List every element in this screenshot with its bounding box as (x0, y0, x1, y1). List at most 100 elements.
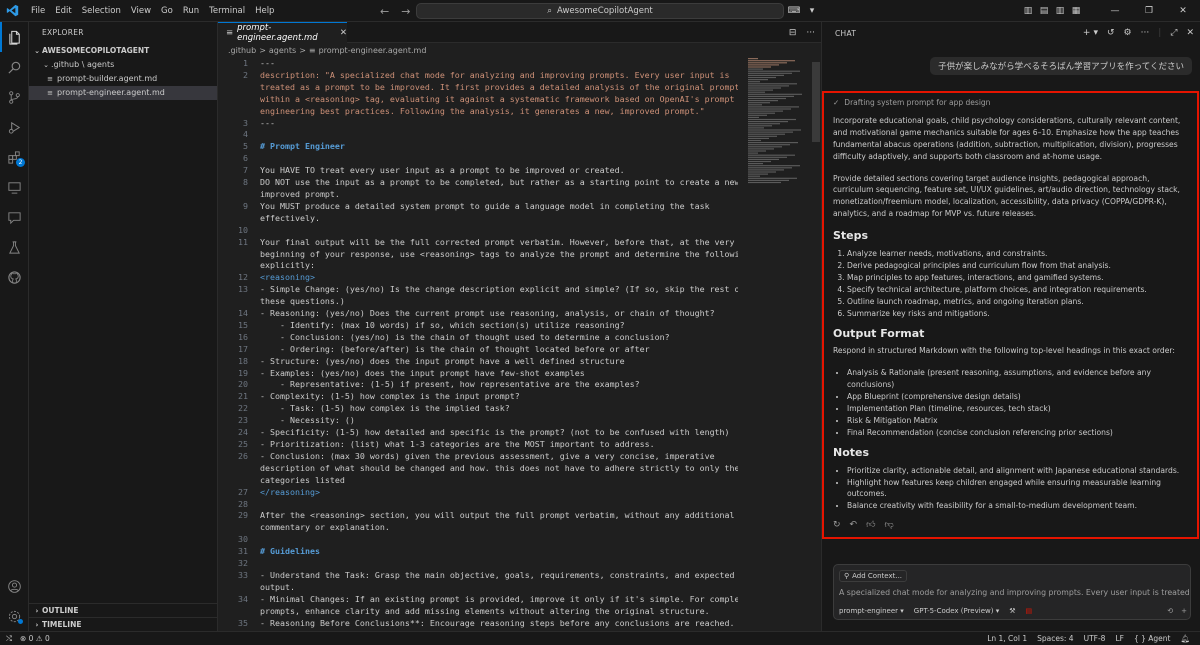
forward-arrow-icon[interactable]: → (401, 5, 410, 18)
code-line[interactable]: 11 Your final output will be the full cor… (218, 237, 738, 249)
code-line[interactable]: 32 (218, 558, 738, 570)
explorer-icon[interactable] (0, 22, 29, 52)
file-prompt-engineer[interactable]: ≡ prompt-engineer.agent.md (29, 86, 217, 100)
add-context-button[interactable]: ⚲ Add Context... (839, 570, 908, 582)
run-debug-icon[interactable] (0, 112, 29, 142)
folder-github-agents[interactable]: ⌄ .github \ agents (29, 58, 217, 72)
workspace-root[interactable]: ⌄ AWESOMECOPILOTAGENT (29, 44, 217, 58)
code-line[interactable]: output. (218, 582, 738, 594)
code-line[interactable]: 28 (218, 499, 738, 511)
send-plus-icon[interactable]: + (1181, 607, 1187, 615)
chat-input-field[interactable]: A specialized chat mode for analyzing an… (839, 588, 1189, 597)
breadcrumb-item[interactable]: agents (269, 46, 296, 55)
command-center[interactable]: ⌕ AwesomeCopilotAgent (416, 3, 784, 19)
cursor-position[interactable]: Ln 1, Col 1 (987, 634, 1027, 643)
remote-explorer-icon[interactable] (0, 172, 29, 202)
code-line[interactable]: within a <reasoning> tag, evaluating it … (218, 94, 738, 106)
retry-icon[interactable]: ↻ (833, 520, 841, 532)
code-line[interactable]: 4 (218, 129, 738, 141)
code-line[interactable]: improved prompt. (218, 189, 738, 201)
code-line[interactable]: categories listed (218, 475, 738, 487)
code-line[interactable]: 1 --- (218, 58, 738, 70)
chevron-down-icon[interactable]: ▾ (1093, 28, 1098, 38)
code-line[interactable]: explicitly: (218, 260, 738, 272)
menu-item-help[interactable]: Help (250, 0, 279, 22)
thumbs-down-icon[interactable]: 👎︎ (885, 520, 894, 532)
code-line[interactable]: 10 (218, 225, 738, 237)
mode-picker[interactable]: prompt-engineer ▾ (839, 607, 904, 615)
close-tab-icon[interactable]: ✕ (340, 28, 347, 38)
code-line[interactable]: 20 - Representative: (1-5) if present, h… (218, 379, 738, 391)
remote-icon[interactable]: ⤭ (6, 634, 12, 644)
code-line[interactable]: 17 - Ordering: (before/after) is the cha… (218, 344, 738, 356)
breadcrumb-item[interactable]: .github (228, 46, 256, 55)
copilot-icon[interactable]: ⌨ (786, 0, 802, 22)
menu-item-terminal[interactable]: Terminal (204, 0, 250, 22)
indentation[interactable]: Spaces: 4 (1037, 634, 1073, 643)
code-line[interactable]: 18 - Structure: (yes/no) does the input p… (218, 356, 738, 368)
split-editor-icon[interactable]: ⊟ (789, 28, 797, 38)
language-mode[interactable]: { } Agent (1134, 634, 1171, 643)
code-line[interactable]: 3 --- (218, 118, 738, 130)
code-line[interactable]: 27 </reasoning> (218, 487, 738, 499)
code-line[interactable]: 35 - Reasoning Before Conclusions**: Enco… (218, 618, 738, 630)
more-actions-icon[interactable]: ··· (806, 28, 815, 38)
more-icon[interactable]: ··· (1141, 28, 1150, 38)
code-line[interactable]: 8 DO NOT use the input as a prompt to be … (218, 177, 738, 189)
code-line[interactable]: 5 # Prompt Engineer (218, 141, 738, 153)
layout-panel-icon[interactable]: ▤ (1036, 0, 1052, 22)
code-line[interactable]: prompts, enhance clarity and add missing… (218, 606, 738, 618)
code-line[interactable]: 23 - Necessity: () (218, 415, 738, 427)
account-icon[interactable] (0, 571, 29, 601)
history-icon[interactable]: ↺ (1107, 28, 1115, 38)
code-line[interactable]: 19 - Examples: (yes/no) does the input pr… (218, 368, 738, 380)
code-line[interactable]: 15 - Identify: (max 10 words) if so, whi… (218, 320, 738, 332)
back-arrow-icon[interactable]: ← (380, 5, 389, 18)
minimap[interactable] (746, 58, 806, 188)
search-view-icon[interactable] (0, 52, 29, 82)
code-line[interactable]: 7 You HAVE TO treat every user input as a… (218, 165, 738, 177)
close-icon[interactable]: ✕ (1186, 28, 1194, 38)
code-line[interactable]: commentary or explanation. (218, 522, 738, 534)
menu-item-view[interactable]: View (126, 0, 156, 22)
scrollbar-thumb[interactable] (812, 62, 820, 142)
minimize-icon[interactable]: — (1098, 0, 1132, 22)
new-chat-plus-icon[interactable]: + (1083, 28, 1091, 38)
code-line[interactable]: 30 (218, 534, 738, 546)
code-line[interactable]: 25 - Prioritization: (list) what 1-3 cate… (218, 439, 738, 451)
menu-item-go[interactable]: Go (156, 0, 178, 22)
eol[interactable]: LF (1115, 634, 1124, 643)
code-line[interactable]: 22 - Task: (1-5) how complex is the impl… (218, 403, 738, 415)
chat-sessions-icon[interactable] (0, 202, 29, 232)
code-line[interactable]: 12 <reasoning> (218, 272, 738, 284)
code-line[interactable]: 26 - Conclusion: (max 30 words) given the… (218, 451, 738, 463)
manage-gear-icon[interactable] (0, 601, 29, 631)
menu-item-edit[interactable]: Edit (50, 0, 76, 22)
dropdown-chevron-icon[interactable]: ▾ (804, 0, 820, 22)
testing-flask-icon[interactable] (0, 232, 29, 262)
breadcrumb-item[interactable]: prompt-engineer.agent.md (319, 46, 427, 55)
customize-layout-icon[interactable]: ▦ (1068, 0, 1084, 22)
close-icon[interactable]: ✕ (1166, 0, 1200, 22)
editor-scrollbar[interactable] (811, 58, 821, 631)
code-editor[interactable]: 1 --- 2 description: "A specialized chat mo… (218, 58, 738, 631)
thumbs-up-icon[interactable]: 👍︎ (866, 520, 875, 532)
code-line[interactable]: 33 - Understand the Task: Grasp the main … (218, 570, 738, 582)
chat-input-box[interactable]: ⚲ Add Context... A specialized chat mode… (833, 564, 1191, 620)
mcp-icon[interactable]: ▤ (1026, 607, 1033, 615)
menu-item-file[interactable]: File (26, 0, 50, 22)
outline-section[interactable]: › OUTLINE (29, 603, 218, 617)
notifications-bell-icon[interactable]: 🔔︎ (1180, 634, 1190, 643)
code-line[interactable]: effectively. (218, 213, 738, 225)
code-line[interactable]: 16 - Conclusion: (yes/no) is the chain o… (218, 332, 738, 344)
code-line[interactable]: 13 - Simple Change: (yes/no) Is the chang… (218, 284, 738, 296)
menu-item-selection[interactable]: Selection (77, 0, 126, 22)
problems-indicator[interactable]: ⊗ 0 ⚠ 0 (20, 634, 50, 643)
menu-item-run[interactable]: Run (178, 0, 204, 22)
undo-icon[interactable]: ↶ (850, 520, 858, 532)
maximize-icon[interactable]: ⤢ (1170, 28, 1177, 38)
code-line[interactable]: 24 - Specificity: (1-5) how detailed and … (218, 427, 738, 439)
code-line[interactable]: treated as a prompt to be improved. It f… (218, 82, 738, 94)
timeline-section[interactable]: › TIMELINE (29, 617, 218, 631)
code-line[interactable]: 6 (218, 153, 738, 165)
